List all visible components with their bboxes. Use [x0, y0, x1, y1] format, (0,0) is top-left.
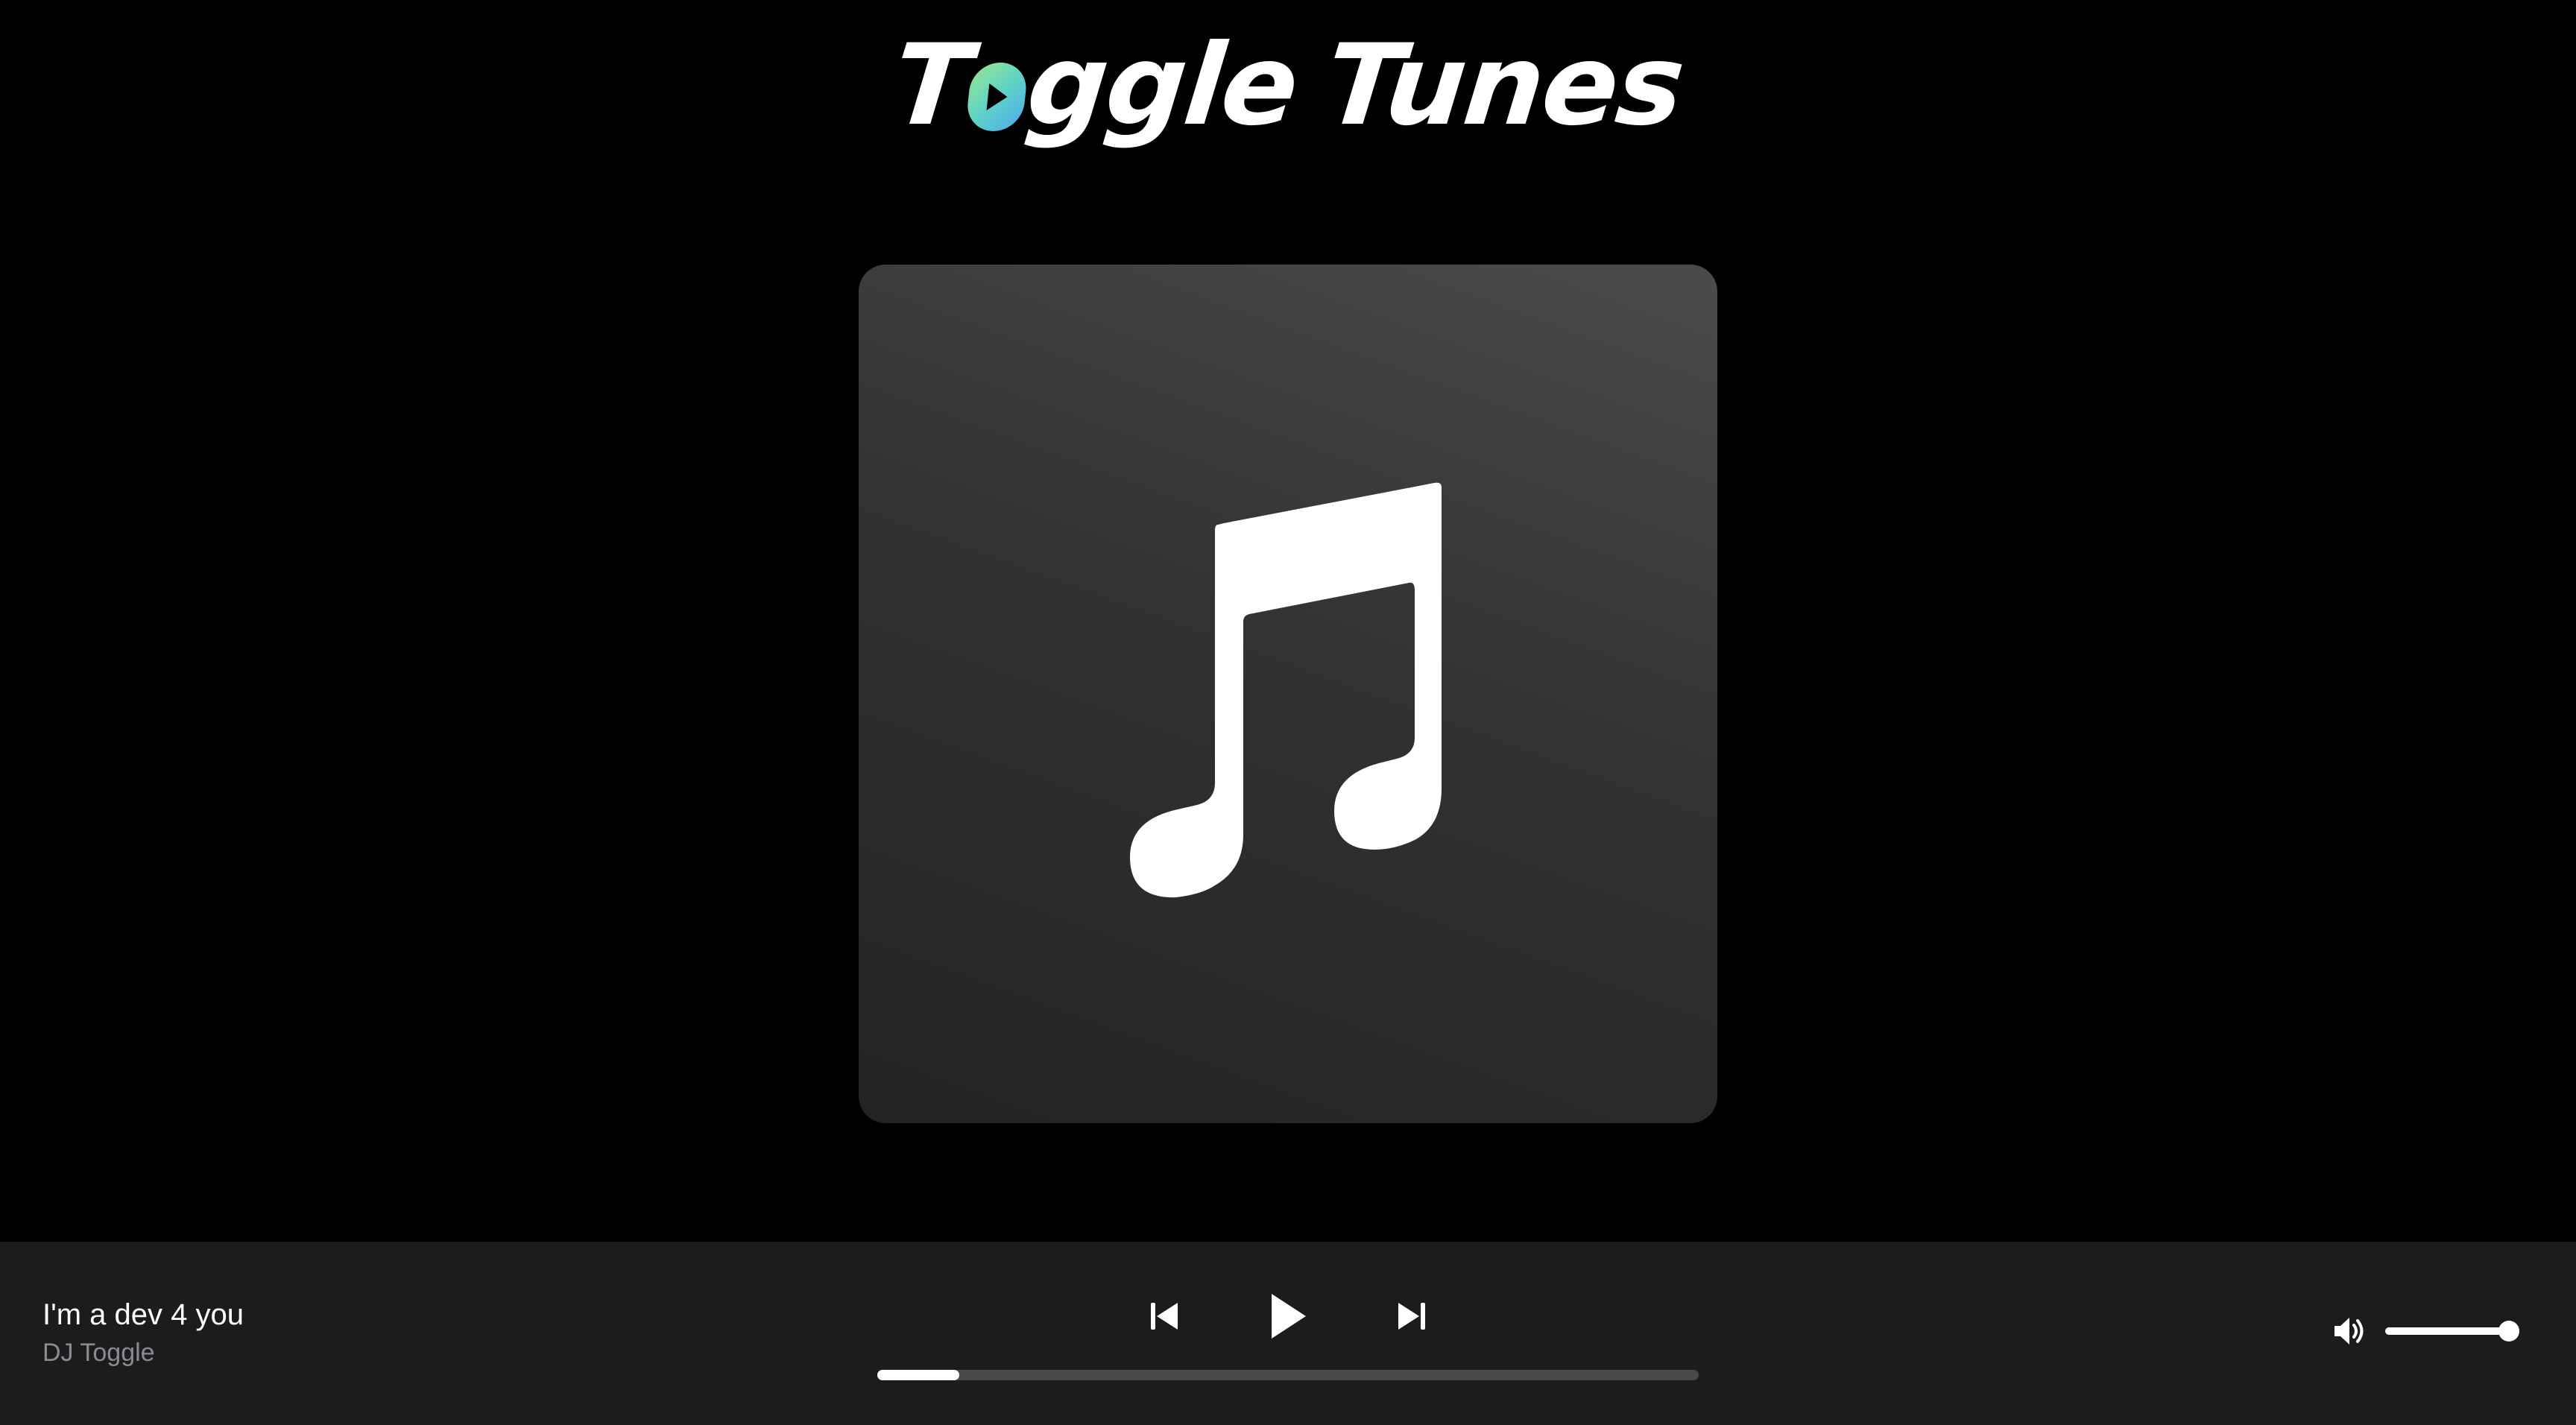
progress-fill [877, 1370, 960, 1380]
volume-control [2332, 1313, 2540, 1349]
track-artist: DJ Toggle [42, 1339, 155, 1367]
music-note-icon [1130, 482, 1442, 898]
skip-next-icon [1398, 1303, 1425, 1330]
logo-play-icon [965, 63, 1029, 131]
playback-controls [1148, 1286, 1428, 1346]
volume-slider[interactable] [2385, 1321, 2519, 1342]
volume-button[interactable] [2332, 1315, 2369, 1347]
play-glyph-icon [986, 83, 1008, 110]
play-button[interactable] [1266, 1291, 1310, 1342]
now-playing-info: I'm a dev 4 you DJ Toggle [42, 1295, 244, 1371]
player-bar: I'm a dev 4 you DJ Toggle [0, 1242, 2576, 1425]
logo-letter-t: T [886, 21, 976, 151]
logo-wordmark: T ggle Tunes [887, 21, 1689, 151]
volume-fill [2385, 1327, 2509, 1335]
app-logo: T ggle Tunes [0, 21, 2576, 151]
next-button[interactable] [1395, 1298, 1428, 1334]
app-root: T ggle Tunes I'm a dev 4 you DJ Toggle [0, 0, 2576, 1425]
play-icon [1272, 1294, 1306, 1339]
skip-previous-icon [1151, 1303, 1178, 1330]
previous-button[interactable] [1148, 1298, 1181, 1334]
volume-slider-thumb[interactable] [2498, 1321, 2519, 1342]
track-title: I'm a dev 4 you [42, 1298, 244, 1331]
logo-word-tunes: Tunes [1319, 21, 1690, 151]
logo-letters-ggle: ggle [1021, 21, 1304, 151]
album-artwork [859, 265, 1717, 1123]
volume-icon [2334, 1318, 2364, 1345]
progress-bar[interactable] [877, 1370, 1699, 1380]
